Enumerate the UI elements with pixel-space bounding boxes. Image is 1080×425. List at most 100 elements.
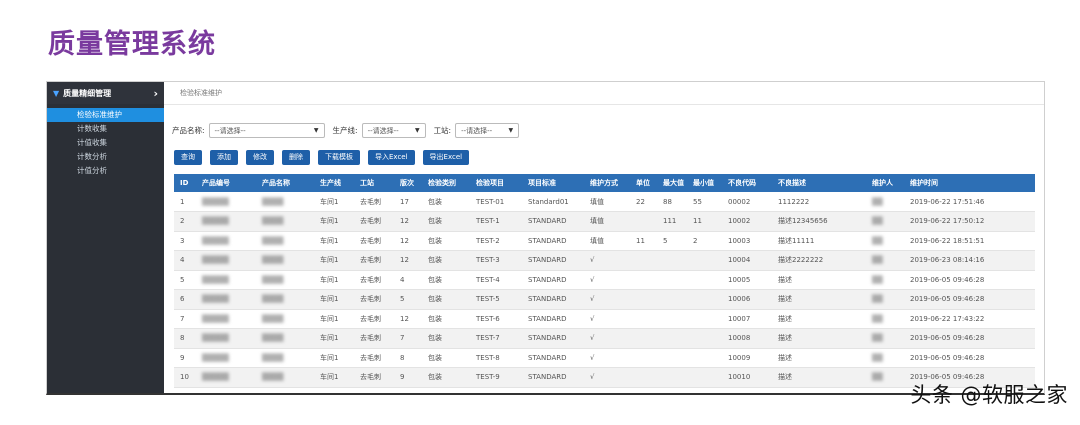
main-panel: 检验标准维护 产品名称: --请选择-- ▼ 生产线: --请选择-- ▼ 工站… — [164, 82, 1044, 393]
station-select[interactable]: --请选择-- ▼ — [455, 123, 520, 138]
table-cell: 6 — [180, 295, 185, 304]
product-select[interactable]: --请选择-- ▼ — [208, 123, 325, 138]
table-cell — [630, 290, 657, 310]
column-header[interactable]: 维护时间 — [904, 174, 1035, 192]
table-cell: √ — [590, 334, 595, 343]
column-header[interactable]: 不良描述 — [772, 174, 866, 192]
table-cell — [630, 309, 657, 329]
table-row[interactable]: 6 ▒▒▒▒▒ ▒▒▒▒ 车间1 去毛刺 5 包装 TEST-5 STANDARD √ 10006 描… — [174, 289, 1035, 310]
column-header[interactable]: 检验类别 — [422, 174, 470, 192]
line-select[interactable]: --请选择-- ▼ — [361, 123, 426, 138]
chevron-right-icon: › — [153, 86, 158, 100]
import-excel-button[interactable]: 导入Excel — [368, 150, 415, 165]
column-header[interactable]: 版次 — [394, 174, 422, 192]
column-header[interactable]: 工站 — [354, 174, 394, 192]
table-cell: 12 — [400, 217, 409, 226]
table-cell: 包装 — [428, 217, 442, 226]
delete-button[interactable]: 删除 — [282, 150, 310, 165]
column-header[interactable]: 维护方式 — [584, 174, 630, 192]
table-cell: 去毛刺 — [360, 197, 381, 206]
table-body: 1 ▒▒▒▒▒ ▒▒▒▒ 车间1 去毛刺 17 包装 TEST-01 Standard01 填值 2… — [174, 192, 1035, 387]
table-cell: 车间1 — [320, 197, 339, 206]
table-cell: 2019-06-05 09:46:28 — [910, 334, 985, 343]
table-cell: 2019-06-23 08:14:16 — [910, 256, 985, 265]
add-button[interactable]: 添加 — [210, 150, 238, 165]
table-cell: 55 — [693, 197, 702, 206]
table-cell: 10003 — [728, 236, 751, 245]
sidebar-item-standard-maintenance[interactable]: 检验标准维护 — [47, 108, 164, 122]
sidebar: ▼ 质量精细管理 › 检验标准维护 计数收集 计值收集 计数分析 计值分析 — [47, 82, 164, 393]
column-header[interactable]: 项目标准 — [522, 174, 584, 192]
table-row[interactable]: 9 ▒▒▒▒▒ ▒▒▒▒ 车间1 去毛刺 8 包装 TEST-8 STANDARD √ 10009 描… — [174, 348, 1035, 368]
table-cell: 描述 — [778, 334, 792, 343]
table-row[interactable]: 8 ▒▒▒▒▒ ▒▒▒▒ 车间1 去毛刺 7 包装 TEST-7 STANDARD √ 10008 描… — [174, 328, 1035, 348]
table-cell: 1 — [180, 197, 185, 206]
table-cell: ▒▒▒▒ — [262, 236, 284, 245]
sidebar-item-count-analysis[interactable]: 计数分析 — [47, 150, 164, 164]
table-cell — [657, 270, 687, 290]
table-row[interactable]: 5 ▒▒▒▒▒ ▒▒▒▒ 车间1 去毛刺 4 包装 TEST-4 STANDARD √ 10005 描… — [174, 270, 1035, 290]
column-header[interactable]: 检验项目 — [470, 174, 522, 192]
table-cell: √ — [590, 256, 595, 265]
table-cell: 车间1 — [320, 236, 339, 245]
table-cell — [630, 251, 657, 271]
table-cell: STANDARD — [528, 373, 567, 382]
table-row[interactable]: 7 ▒▒▒▒▒ ▒▒▒▒ 车间1 去毛刺 12 包装 TEST-6 STANDARD √ 10007… — [174, 309, 1035, 329]
table-cell: 2019-06-22 17:50:12 — [910, 217, 985, 226]
column-header[interactable]: 单位 — [630, 174, 657, 192]
query-button[interactable]: 查询 — [174, 150, 202, 165]
table-row[interactable]: 10 ▒▒▒▒▒ ▒▒▒▒ 车间1 去毛刺 9 包装 TEST-9 STANDARD √ 10010… — [174, 367, 1035, 388]
table-cell: ▒▒▒▒ — [262, 217, 284, 226]
column-header[interactable]: 维护人 — [866, 174, 904, 192]
table-cell: 去毛刺 — [360, 256, 381, 265]
column-header[interactable]: 产品名称 — [256, 174, 314, 192]
table-cell: ▒▒ — [872, 373, 883, 382]
table-cell: 2019-06-22 17:51:46 — [910, 197, 985, 206]
table-cell — [687, 368, 722, 388]
table-cell: ▒▒ — [872, 314, 883, 323]
table-cell: 11 — [636, 236, 645, 245]
table-cell: √ — [590, 353, 595, 362]
column-header[interactable]: 不良代码 — [722, 174, 772, 192]
table-cell: TEST-2 — [476, 236, 500, 245]
sidebar-item-value-collect[interactable]: 计值收集 — [47, 136, 164, 150]
table-cell: 2 — [180, 217, 185, 226]
table-cell: 描述 — [778, 373, 792, 382]
column-header[interactable]: 最小值 — [687, 174, 722, 192]
table-cell: 去毛刺 — [360, 334, 381, 343]
table-cell: 9 — [180, 353, 185, 362]
table-cell: 9 — [400, 373, 405, 382]
table-cell — [630, 212, 657, 232]
table-cell: 包装 — [428, 197, 442, 206]
table-cell — [687, 290, 722, 310]
table-cell: 包装 — [428, 373, 442, 382]
download-template-button[interactable]: 下载模板 — [318, 150, 360, 165]
table-cell: 包装 — [428, 314, 442, 323]
caret-down-icon: ▼ — [53, 88, 60, 98]
table-cell — [657, 251, 687, 271]
table-cell: ▒▒ — [872, 197, 883, 206]
sidebar-item-count-collect[interactable]: 计数收集 — [47, 122, 164, 136]
table-row[interactable]: 1 ▒▒▒▒▒ ▒▒▒▒ 车间1 去毛刺 17 包装 TEST-01 Standard01 填值 2… — [174, 192, 1035, 212]
table-cell: 车间1 — [320, 373, 339, 382]
export-excel-button[interactable]: 导出Excel — [422, 150, 470, 165]
table-cell: √ — [590, 275, 595, 284]
column-header[interactable]: 生产线 — [314, 174, 354, 192]
table-cell: 包装 — [428, 295, 442, 304]
sidebar-item-value-analysis[interactable]: 计值分析 — [47, 164, 164, 178]
table-cell — [630, 368, 657, 388]
table-cell: √ — [590, 295, 595, 304]
edit-button[interactable]: 修改 — [246, 150, 274, 165]
column-header[interactable]: 产品编号 — [196, 174, 256, 192]
table-cell: 去毛刺 — [360, 295, 381, 304]
table-cell: 111 — [663, 217, 677, 226]
column-header[interactable]: ID — [174, 174, 196, 192]
table-cell: ▒▒▒▒▒ — [202, 353, 229, 362]
column-header[interactable]: 最大值 — [657, 174, 687, 192]
sidebar-group-header[interactable]: ▼ 质量精细管理 › — [47, 82, 164, 104]
table-row[interactable]: 4 ▒▒▒▒▒ ▒▒▒▒ 车间1 去毛刺 12 包装 TEST-3 STANDARD √ 10004… — [174, 250, 1035, 271]
table-row[interactable]: 2 ▒▒▒▒▒ ▒▒▒▒ 车间1 去毛刺 12 包装 TEST-1 STANDARD 填值 111 1… — [174, 211, 1035, 232]
table-row[interactable]: 3 ▒▒▒▒▒ ▒▒▒▒ 车间1 去毛刺 12 包装 TEST-2 STANDARD 填值 11 5 2… — [174, 231, 1035, 251]
table-cell: 车间1 — [320, 275, 339, 284]
table-cell: ▒▒▒▒ — [262, 334, 284, 343]
